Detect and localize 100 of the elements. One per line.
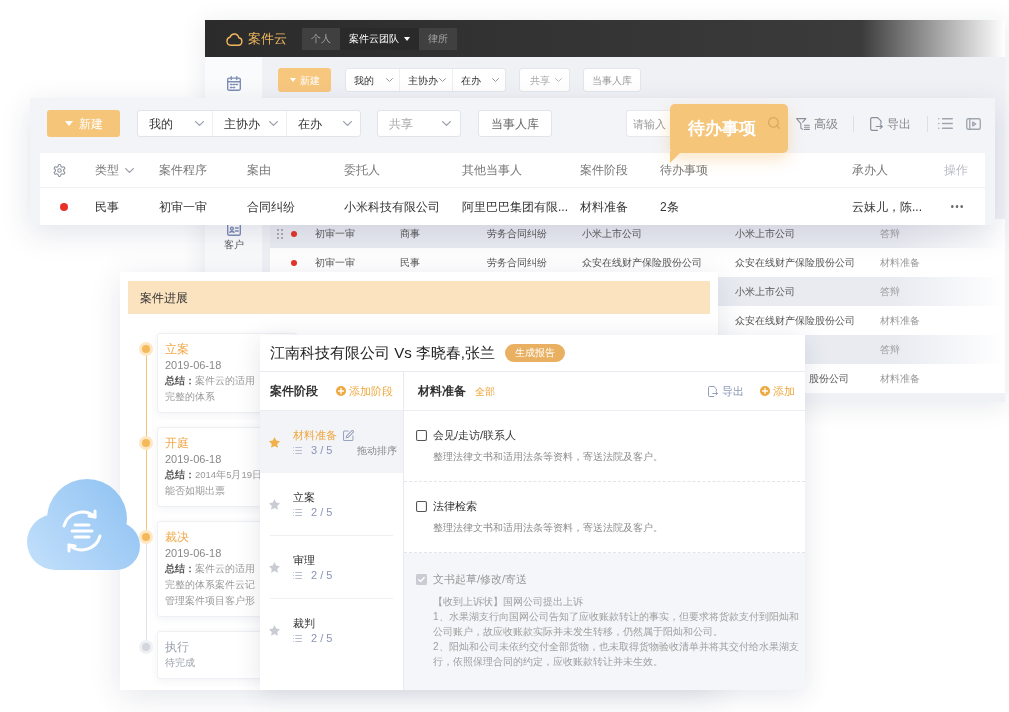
table-cell: 小米上市公司 bbox=[735, 228, 795, 239]
table-cell: 劳务合同纠纷 bbox=[487, 257, 547, 268]
more-icon[interactable] bbox=[951, 205, 963, 208]
column-header: 委托人 bbox=[344, 162, 380, 179]
search-field[interactable]: 请输入 bbox=[626, 110, 671, 137]
event-title: 立案 bbox=[165, 341, 189, 357]
table-cell: 材料准备 bbox=[580, 199, 628, 214]
task-note: 2、阳灿和公司未依约交付全部货物，也未取得货物验收清单并将其交付给水果湖支行，依照保理合同的约定，应收账款转让并未生效。 bbox=[433, 640, 800, 669]
list-icon bbox=[293, 508, 302, 516]
event-date: 2019-06-18 bbox=[165, 358, 222, 373]
stage-progress: 2 / 5 bbox=[311, 630, 333, 646]
chevron-down-icon bbox=[195, 121, 204, 126]
export-icon bbox=[870, 116, 883, 131]
video-icon[interactable] bbox=[966, 117, 981, 130]
task-title: 文书起草/修改/寄送 bbox=[433, 571, 528, 587]
event-date: 2019-06-18 bbox=[165, 546, 222, 561]
case-title: 江南科技有限公司 Vs 李晓春,张兰 bbox=[270, 342, 495, 363]
column-header[interactable]: 类型 bbox=[95, 161, 134, 179]
table-cell: 初审一审 bbox=[315, 228, 355, 239]
task-note: 1、水果湖支行向国网公司告知了应收账款转让的事实，但要求将货款支付到阳灿和公司账户，故应收账款实际并未发生转移，仍然属于阳灿和公司。 bbox=[433, 610, 800, 639]
filter-dropdown[interactable]: 主协办 bbox=[399, 69, 452, 91]
list-icon bbox=[293, 571, 302, 579]
event-summary: 完整的体系 bbox=[165, 390, 215, 404]
event-title: 开庭 bbox=[165, 435, 189, 451]
event-summary: 完整的体系案件云记 bbox=[165, 578, 255, 592]
table-cell: 云妹儿，陈... bbox=[852, 199, 922, 214]
filter-dropdown[interactable]: 在办 bbox=[452, 69, 505, 91]
chevron-down-icon bbox=[442, 121, 451, 126]
chevron-down-icon bbox=[125, 167, 134, 173]
caret-down-icon bbox=[289, 78, 296, 82]
sidebar-item[interactable]: 客户 bbox=[223, 223, 244, 251]
app-name: 案件云 bbox=[248, 29, 287, 48]
star-icon bbox=[269, 498, 280, 510]
client-library-button[interactable]: 当事人库 bbox=[478, 110, 552, 137]
plus-circle-icon bbox=[760, 386, 770, 396]
stage-name: 裁判 bbox=[293, 615, 315, 631]
chevron-down-icon bbox=[343, 121, 352, 126]
column-header: 案件程序 bbox=[159, 162, 207, 179]
table-cell: 小米上市公司 bbox=[582, 228, 642, 239]
export-button[interactable]: 导出 bbox=[870, 114, 911, 133]
table-cell: 材料准备 bbox=[880, 257, 920, 268]
table-cell: 众安在线财产保险股份公司 bbox=[735, 315, 855, 326]
list-icon bbox=[293, 634, 302, 642]
column-header: 操作 bbox=[944, 162, 968, 179]
drag-handle-icon[interactable] bbox=[277, 228, 283, 239]
advanced-filter-button[interactable]: 高级 bbox=[796, 114, 838, 133]
list-view-icon[interactable] bbox=[938, 118, 953, 129]
star-icon bbox=[269, 436, 280, 448]
table-cell: 民事 bbox=[400, 257, 420, 268]
checkbox[interactable] bbox=[416, 500, 427, 512]
export-button[interactable]: 导出 bbox=[708, 382, 744, 400]
event-summary: 总结：案件云的适用 bbox=[165, 562, 255, 576]
event-status: 待完成 bbox=[165, 656, 195, 670]
event-summary: 能否如期出票 bbox=[165, 484, 225, 498]
checkbox[interactable] bbox=[416, 429, 427, 441]
column-heading: 案件阶段 bbox=[270, 383, 318, 400]
table-cell: 民事 bbox=[95, 199, 119, 214]
table-cell: 众安在线财产保险股份公司 bbox=[582, 257, 702, 268]
task-description: 整理法律文书和适用法条等资料，寄送法院及客户。 bbox=[433, 450, 663, 464]
stage-name: 材料准备 bbox=[293, 427, 337, 443]
edit-icon[interactable] bbox=[343, 429, 354, 441]
chevron-down-icon bbox=[269, 121, 278, 126]
chevron-down-icon bbox=[386, 78, 393, 82]
table-cell: 初审一审 bbox=[159, 199, 207, 214]
filter-dropdown[interactable]: 在办 bbox=[286, 111, 360, 136]
table-cell: 劳务合同纠纷 bbox=[487, 228, 547, 239]
event-summary: 总结：2014年5月19日 bbox=[165, 468, 262, 482]
sort-hint: 拖动排序 bbox=[357, 443, 397, 458]
chevron-down-icon bbox=[555, 78, 562, 82]
export-icon bbox=[708, 385, 718, 397]
event-title: 裁决 bbox=[165, 529, 189, 545]
section-header: 案件进展 bbox=[128, 281, 710, 314]
table-cell: 材料准备 bbox=[880, 315, 920, 326]
event-summary: 管理案件项目客户形 bbox=[165, 594, 255, 608]
column-header: 待办事项 bbox=[660, 162, 708, 179]
filter-dropdown[interactable]: 我的 bbox=[346, 69, 399, 91]
nav-tab[interactable]: 个人 bbox=[302, 27, 340, 50]
stage-progress: 2 / 5 bbox=[311, 504, 333, 520]
settings-icon[interactable] bbox=[53, 163, 66, 177]
caret-down-icon bbox=[64, 121, 73, 126]
checkbox[interactable] bbox=[416, 573, 427, 585]
column-header: 案件阶段 bbox=[580, 162, 628, 179]
nav-tab[interactable]: 律所 bbox=[419, 27, 457, 50]
contact-card-icon bbox=[226, 223, 241, 236]
client-library-button[interactable]: 当事人库 bbox=[583, 68, 641, 92]
stage-item[interactable]: 材料准备 3 / 5 拖动排序 bbox=[260, 411, 403, 473]
table-cell: 答辩 bbox=[880, 344, 900, 355]
stage-name: 立案 bbox=[293, 489, 315, 505]
table-cell: 初审一审 bbox=[315, 257, 355, 268]
nav-tab[interactable]: 案件云团队 bbox=[340, 27, 419, 50]
callout-tooltip: 待办事项 bbox=[670, 104, 788, 163]
table-cell: 众安在线财产保险股份公司 bbox=[735, 257, 855, 268]
search-icon[interactable] bbox=[768, 117, 780, 129]
chevron-down-icon bbox=[439, 78, 446, 82]
filter-dropdown[interactable]: 主协办 bbox=[212, 111, 286, 136]
table-cell: 答辩 bbox=[880, 286, 900, 297]
table-cell: 阿里巴巴集团有限... bbox=[462, 199, 568, 214]
column-header: 案由 bbox=[247, 162, 271, 179]
table-cell: 材料准备 bbox=[880, 373, 920, 384]
filter-dropdown[interactable]: 我的 bbox=[138, 111, 212, 136]
